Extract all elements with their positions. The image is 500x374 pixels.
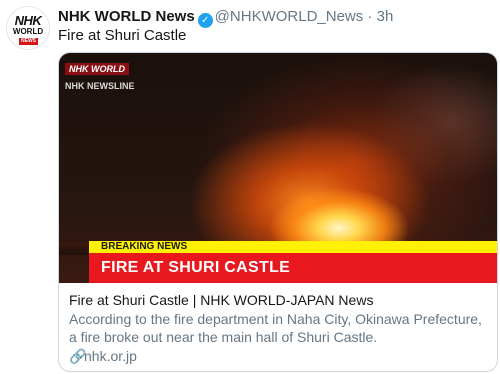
breaking-news-label: BREAKING NEWS — [89, 241, 497, 253]
account-name[interactable]: NHK WORLD News — [58, 8, 195, 25]
avatar-world-text: WORLD — [12, 27, 44, 36]
nhk-world-logo: NHK WORLD — [65, 63, 129, 75]
avatar-nhk-text: NHK — [14, 13, 42, 28]
link-card[interactable]: NHK WORLD NHK NEWSLINE BREAKING NEWS FIR… — [58, 52, 498, 372]
tweet-text: Fire at Shuri Castle — [58, 27, 187, 44]
tweet-header: NHK WORLD News ✓ @NHKWORLD_News · 3h — [58, 7, 394, 28]
avatar-news-text: NEWS — [19, 38, 38, 45]
account-handle[interactable]: @NHKWORLD_News — [215, 8, 364, 25]
card-description: According to the fire department in Naha… — [69, 311, 482, 345]
card-title[interactable]: Fire at Shuri Castle | NHK WORLD-JAPAN N… — [69, 291, 489, 310]
breaking-news-title: FIRE AT SHURI CASTLE — [89, 253, 497, 283]
avatar[interactable]: NHK WORLD NEWS — [6, 6, 50, 50]
verified-badge-icon: ✓ — [197, 13, 213, 28]
card-image[interactable]: NHK WORLD NHK NEWSLINE BREAKING NEWS FIR… — [59, 53, 497, 283]
link-icon: 🔗 — [69, 348, 87, 364]
card-domain-row[interactable]: 🔗nhk.or.jp — [69, 347, 489, 366]
card-domain: nhk.or.jp — [84, 348, 137, 364]
newsline-label: NHK NEWSLINE — [65, 81, 135, 91]
separator-dot: · — [367, 8, 373, 25]
tweet-timestamp[interactable]: 3h — [377, 8, 394, 25]
card-info: Fire at Shuri Castle | NHK WORLD-JAPAN N… — [69, 291, 489, 366]
broadcast-logo: NHK WORLD NHK NEWSLINE — [65, 59, 135, 91]
